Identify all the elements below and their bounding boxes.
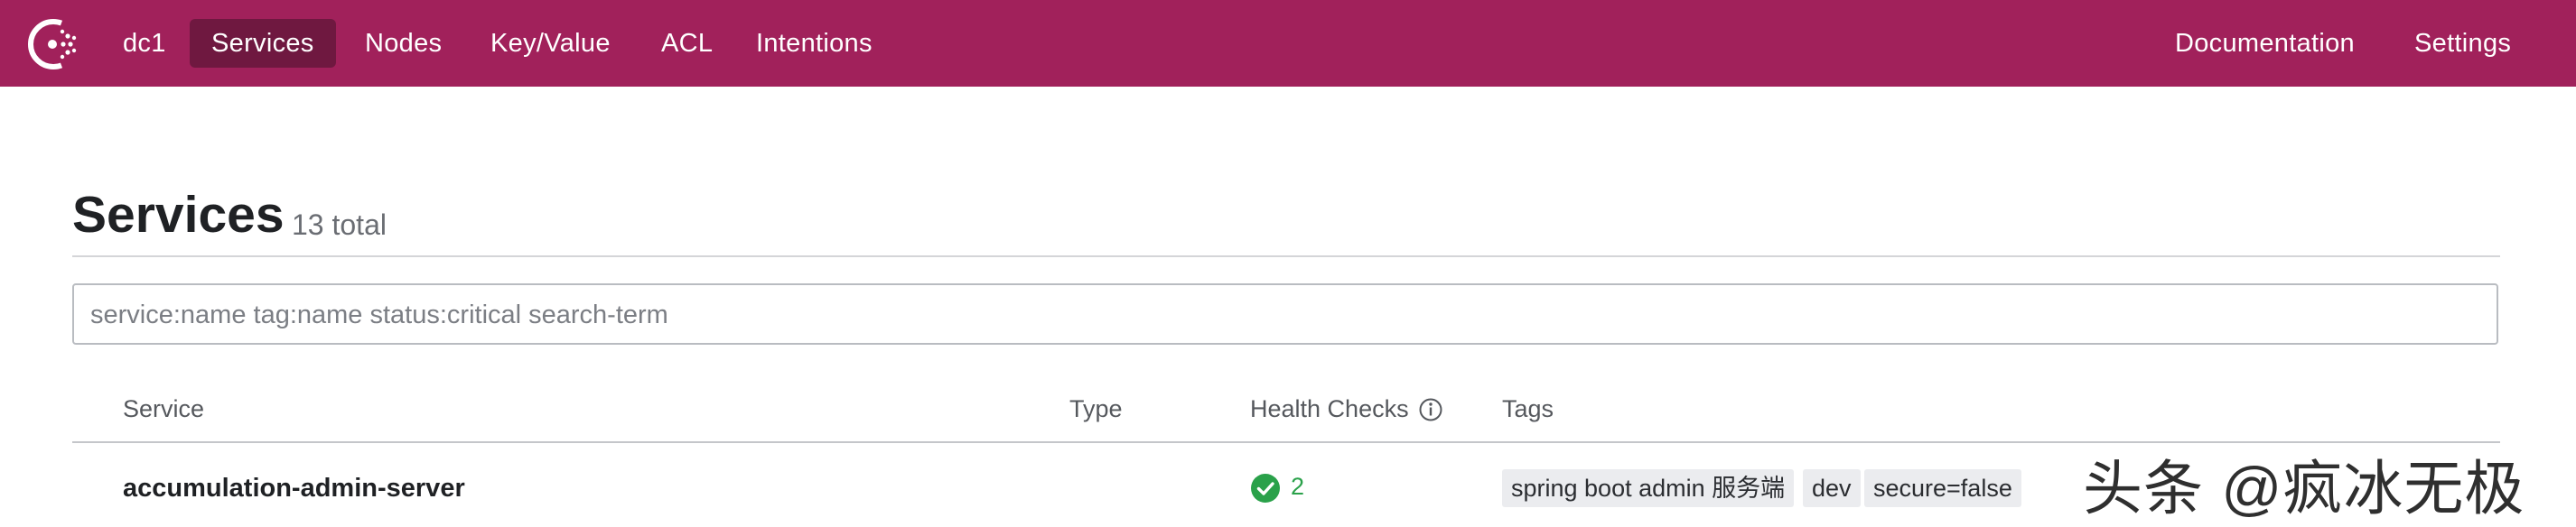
title-divider [72, 255, 2500, 257]
column-header-type[interactable]: Type [1069, 395, 1123, 423]
service-tag: spring boot admin 服务端 [1502, 469, 1795, 507]
datacenter-selector[interactable]: dc1 [101, 19, 188, 68]
nav-documentation[interactable]: Documentation [2153, 19, 2376, 68]
column-header-service[interactable]: Service [123, 395, 204, 423]
nav-acl[interactable]: ACL [639, 19, 734, 68]
page-title: Services [72, 186, 285, 244]
nav-settings[interactable]: Settings [2393, 19, 2533, 68]
info-icon[interactable] [1418, 397, 1443, 422]
watermark-text: 头条 @疯冰无极 [2083, 455, 2525, 522]
nav-nodes[interactable]: Nodes [343, 19, 463, 68]
service-tag: secure=false [1864, 469, 2021, 507]
top-navigation-bar: dc1 Services Nodes Key/Value ACL Intenti… [0, 0, 2576, 87]
column-header-tags[interactable]: Tags [1502, 395, 1554, 423]
column-header-health-checks[interactable]: Health Checks [1250, 395, 1409, 423]
service-name-link[interactable]: accumulation-admin-server [123, 474, 465, 504]
check-circle-icon [1251, 474, 1280, 503]
nav-intentions[interactable]: Intentions [734, 19, 894, 68]
search-input[interactable]: service:name tag:name status:critical se… [72, 283, 2498, 345]
search-placeholder: service:name tag:name status:critical se… [90, 300, 668, 329]
consul-logo-icon[interactable] [27, 18, 79, 70]
nav-services[interactable]: Services [190, 19, 336, 68]
service-tag: dev [1803, 469, 1861, 507]
nav-key-value[interactable]: Key/Value [469, 19, 632, 68]
service-count: 13 total [292, 208, 387, 241]
health-checks-passing-count: 2 [1291, 473, 1305, 500]
